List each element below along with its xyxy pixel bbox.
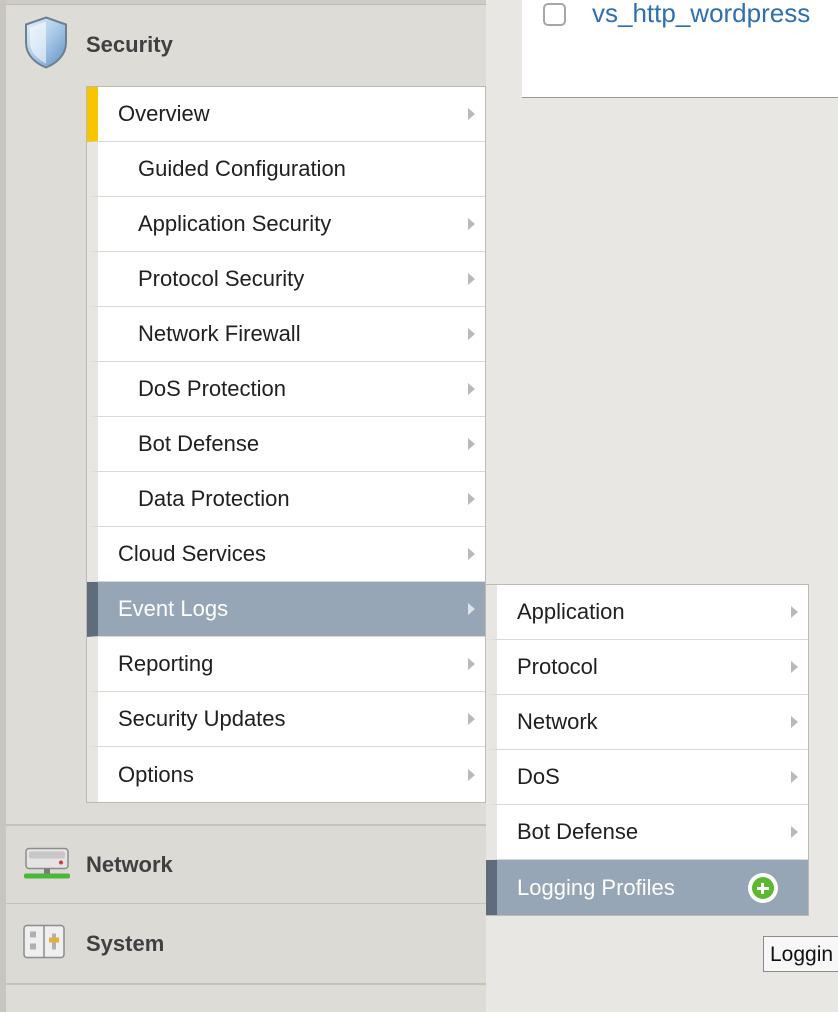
menu-item-reporting[interactable]: Reporting	[87, 637, 485, 692]
menu-item-label: Network	[517, 709, 598, 734]
menu-item-guided-configuration[interactable]: Guided Configuration	[87, 142, 485, 197]
chevron-right-icon	[468, 548, 475, 560]
chevron-right-icon	[468, 108, 475, 120]
chevron-right-icon	[791, 661, 798, 673]
tooltip-text: Loggin	[770, 943, 834, 966]
chevron-right-icon	[468, 768, 475, 781]
flyout-item-bot-defense[interactable]: Bot Defense	[486, 805, 808, 860]
menu-item-label: Event Logs	[118, 596, 229, 621]
menu-item-label: Application Security	[138, 211, 332, 236]
chevron-right-icon	[468, 493, 475, 505]
menu-item-data-protection[interactable]: Data Protection	[87, 472, 485, 527]
flyout-item-application[interactable]: Application	[486, 585, 808, 640]
menu-item-network-firewall[interactable]: Network Firewall	[87, 307, 485, 362]
flyout-item-dos[interactable]: DoS	[486, 750, 808, 805]
tooltip: Loggin	[763, 936, 838, 972]
menu-item-label: Logging Profiles	[517, 874, 675, 900]
menu-item-security-updates[interactable]: Security Updates	[87, 692, 485, 747]
flyout-item-logging-profiles[interactable]: Logging Profiles	[486, 860, 808, 915]
flyout-item-protocol[interactable]: Protocol	[486, 640, 808, 695]
menu-item-application-security[interactable]: Application Security	[87, 197, 485, 252]
menu-item-options[interactable]: Options	[87, 747, 485, 802]
chevron-right-icon	[468, 658, 475, 670]
menu-item-label: Guided Configuration	[138, 156, 346, 181]
virtual-server-link[interactable]: vs_http_wordpress	[592, 0, 810, 29]
row-select-checkbox[interactable]	[543, 3, 566, 26]
plus-circle-icon[interactable]	[748, 872, 778, 903]
menu-item-dos-protection[interactable]: DoS Protection	[87, 362, 485, 417]
nav-section-security-label: Security	[86, 32, 173, 57]
menu-item-cloud-services[interactable]: Cloud Services	[87, 527, 485, 582]
nav-section-network-label: Network	[86, 851, 173, 877]
menu-item-label: Options	[118, 761, 194, 787]
chevron-right-icon	[468, 218, 475, 230]
nav-section-security[interactable]: Security	[6, 5, 486, 85]
chevron-right-icon	[468, 273, 475, 285]
shield-icon	[20, 15, 72, 76]
chevron-right-icon	[791, 606, 798, 618]
virtual-server-list-panel: vs_http_wordpress	[522, 0, 838, 98]
menu-item-label: Data Protection	[138, 486, 290, 511]
menu-item-bot-defense[interactable]: Bot Defense	[87, 417, 485, 472]
menu-item-label: DoS	[517, 764, 560, 789]
chevron-right-icon	[468, 328, 475, 340]
menu-item-label: DoS Protection	[138, 376, 286, 401]
menu-item-label: Bot Defense	[517, 819, 639, 844]
menu-item-label: Protocol Security	[138, 266, 305, 291]
menu-item-label: Protocol	[517, 654, 598, 679]
security-submenu: Overview Guided Configuration Applicatio…	[86, 86, 486, 803]
menu-item-label: Reporting	[118, 651, 214, 676]
menu-item-overview[interactable]: Overview	[87, 87, 485, 142]
menu-item-label: Security Updates	[118, 706, 286, 731]
menu-item-label: Cloud Services	[118, 541, 266, 566]
system-panel-icon	[20, 922, 68, 967]
menu-item-label: Overview	[118, 101, 210, 126]
nav-section-network[interactable]: Network	[6, 824, 486, 904]
flyout-item-network[interactable]: Network	[486, 695, 808, 750]
chevron-right-icon	[468, 438, 475, 450]
menu-item-protocol-security[interactable]: Protocol Security	[87, 252, 485, 307]
chevron-right-icon	[468, 713, 475, 725]
nav-section-system-label: System	[86, 931, 165, 956]
chevron-right-icon	[791, 826, 798, 838]
nav-section-system[interactable]: System	[6, 905, 486, 985]
chevron-right-icon	[791, 771, 798, 783]
chevron-right-icon	[791, 716, 798, 728]
menu-item-label: Network Firewall	[138, 321, 301, 346]
menu-item-label: Bot Defense	[138, 431, 260, 456]
chevron-right-icon	[468, 383, 475, 395]
menu-item-event-logs[interactable]: Event Logs	[87, 582, 485, 637]
menu-item-label: Application	[517, 599, 625, 624]
event-logs-flyout: Application Protocol Network DoS Bot Def…	[486, 584, 809, 916]
chevron-right-icon	[468, 603, 475, 615]
network-device-icon	[20, 842, 74, 887]
